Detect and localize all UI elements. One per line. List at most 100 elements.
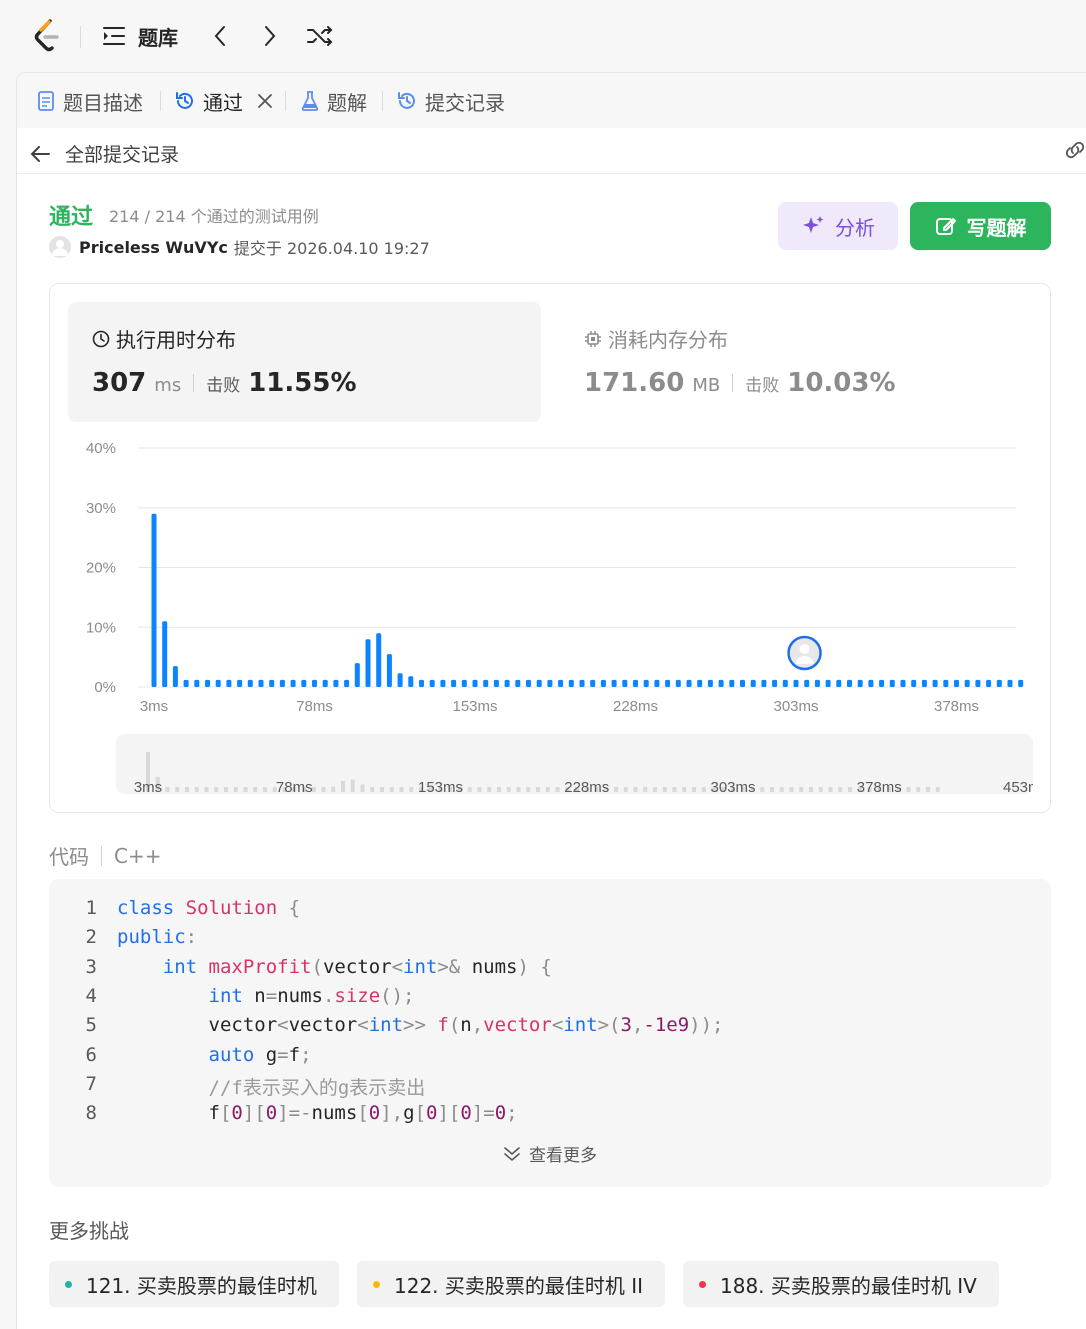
- chart-bar[interactable]: [697, 679, 703, 687]
- chart-bar[interactable]: [611, 679, 617, 687]
- chart-bar[interactable]: [772, 679, 778, 687]
- leetcode-logo[interactable]: [32, 18, 64, 54]
- chart-bar[interactable]: [258, 679, 264, 687]
- chart-bar[interactable]: [408, 676, 414, 687]
- chart-bar[interactable]: [1007, 679, 1013, 687]
- chart-bar[interactable]: [954, 679, 959, 687]
- range-slider[interactable]: 3ms78ms153ms228ms303ms378ms453ms528ms: [116, 734, 1033, 794]
- chart-bar[interactable]: [1018, 679, 1024, 687]
- code-block[interactable]: 查看更多 1 class Solution {2 public: 3 int maxP…: [49, 879, 1051, 1187]
- chart-bar[interactable]: [344, 679, 350, 687]
- chart-bar[interactable]: [205, 679, 210, 687]
- write-solution-button[interactable]: 写题解: [910, 202, 1051, 250]
- challenge-item[interactable]: 121. 买卖股票的最佳时机: [49, 1261, 339, 1307]
- username[interactable]: Priceless WuVYc: [79, 238, 228, 257]
- chart-bar[interactable]: [675, 679, 681, 687]
- chart-bar[interactable]: [172, 666, 178, 687]
- chart-bar[interactable]: [600, 679, 606, 687]
- chart-bar[interactable]: [451, 679, 457, 687]
- back-to-all-submissions[interactable]: 全部提交记录: [29, 140, 179, 167]
- chart-bar[interactable]: [301, 679, 307, 687]
- chart-bar[interactable]: [504, 679, 510, 687]
- chart-bar[interactable]: [376, 633, 382, 687]
- list-icon[interactable]: [100, 22, 128, 50]
- chart-bar[interactable]: [515, 679, 521, 687]
- chart-bar[interactable]: [707, 679, 713, 687]
- chart-bar[interactable]: [526, 679, 531, 687]
- chart-bar[interactable]: [579, 679, 585, 687]
- chart-bar[interactable]: [921, 679, 927, 687]
- next-icon[interactable]: [256, 22, 284, 50]
- chart-bar[interactable]: [194, 679, 200, 687]
- avatar[interactable]: [49, 236, 71, 258]
- shuffle-icon[interactable]: [304, 22, 336, 50]
- chart-bar[interactable]: [322, 679, 328, 687]
- chart-bar[interactable]: [247, 679, 253, 687]
- chart-bar[interactable]: [312, 679, 317, 687]
- chart-bar[interactable]: [568, 679, 574, 687]
- chart-bar[interactable]: [761, 679, 767, 687]
- chart-bar[interactable]: [365, 639, 371, 687]
- chart-bar[interactable]: [900, 679, 906, 687]
- chart-bar[interactable]: [857, 679, 863, 687]
- close-icon[interactable]: [257, 93, 273, 109]
- chart-bar[interactable]: [718, 679, 724, 687]
- chart-bar[interactable]: [814, 679, 820, 687]
- challenge-item[interactable]: 188. 买卖股票的最佳时机 IV: [683, 1261, 999, 1307]
- runtime-distribution-chart[interactable]: 0% 10% 20% 30% 40% 3ms 78ms 153ms 228ms 303ms 378m…: [50, 424, 1050, 724]
- chart-bar[interactable]: [162, 621, 168, 687]
- chart-bar[interactable]: [643, 679, 649, 687]
- chart-bar[interactable]: [290, 679, 296, 687]
- chart-bar[interactable]: [793, 679, 799, 687]
- chart-bar[interactable]: [686, 679, 692, 687]
- chart-bar[interactable]: [386, 654, 392, 687]
- chart-bar[interactable]: [558, 679, 564, 687]
- chart-bar[interactable]: [397, 673, 403, 687]
- chart-bar[interactable]: [975, 679, 981, 687]
- chart-bar[interactable]: [879, 679, 885, 687]
- chart-bar[interactable]: [483, 679, 489, 687]
- chart-bar[interactable]: [889, 679, 895, 687]
- chart-bar[interactable]: [279, 679, 285, 687]
- tab-submissions[interactable]: 提交记录: [397, 85, 505, 117]
- chart-bar[interactable]: [269, 679, 275, 687]
- runtime-panel[interactable]: [68, 302, 541, 422]
- chart-bar[interactable]: [654, 679, 660, 687]
- chart-bar[interactable]: [622, 679, 628, 687]
- chart-bar[interactable]: [740, 679, 745, 687]
- chart-bar[interactable]: [536, 679, 542, 687]
- chart-bar[interactable]: [911, 679, 917, 687]
- chart-bar[interactable]: [547, 679, 553, 687]
- chart-bar[interactable]: [440, 679, 446, 687]
- mini-chart[interactable]: 3ms78ms153ms228ms303ms378ms453ms528ms: [116, 734, 1033, 794]
- tab-description[interactable]: 题目描述: [37, 85, 143, 117]
- chart-bar[interactable]: [333, 679, 339, 687]
- chart-bar[interactable]: [633, 679, 638, 687]
- chart-bar[interactable]: [354, 663, 360, 687]
- tab-solutions[interactable]: 题解: [301, 85, 367, 117]
- chart-bar[interactable]: [215, 679, 221, 687]
- chart-bar[interactable]: [590, 679, 596, 687]
- chart-bar[interactable]: [429, 679, 435, 687]
- prev-icon[interactable]: [206, 22, 234, 50]
- chart-bar[interactable]: [943, 679, 949, 687]
- chart-bar[interactable]: [151, 513, 157, 687]
- show-more-button[interactable]: 查看更多: [49, 1141, 1051, 1166]
- chart-bar[interactable]: [825, 679, 831, 687]
- chart-bar[interactable]: [493, 679, 499, 687]
- chart-bar[interactable]: [472, 679, 478, 687]
- your-submission-marker[interactable]: [787, 635, 822, 671]
- link-icon[interactable]: [1063, 140, 1086, 164]
- chart-bar[interactable]: [847, 679, 852, 687]
- challenge-item[interactable]: 122. 买卖股票的最佳时机 II: [357, 1261, 665, 1307]
- chart-bar[interactable]: [996, 679, 1002, 687]
- chart-bar[interactable]: [836, 679, 842, 687]
- chart-bar[interactable]: [237, 679, 243, 687]
- chart-bar[interactable]: [932, 679, 938, 687]
- problem-bank-link[interactable]: 题库: [138, 22, 178, 50]
- chart-bar[interactable]: [964, 679, 970, 687]
- chart-bar[interactable]: [782, 679, 788, 687]
- chart-bar[interactable]: [665, 679, 671, 687]
- chart-bar[interactable]: [461, 679, 467, 687]
- chart-bar[interactable]: [729, 679, 735, 687]
